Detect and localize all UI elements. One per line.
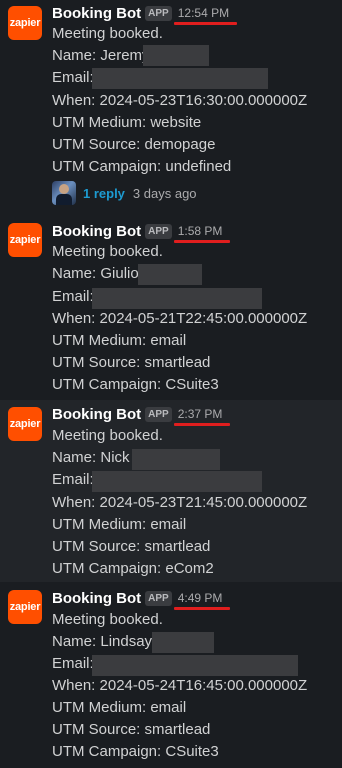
- app-badge: APP: [145, 406, 172, 422]
- utm-medium-line: UTM Medium: email: [52, 699, 187, 716]
- email-line: Email:: [52, 287, 94, 307]
- redacted-name: [138, 264, 202, 285]
- app-badge: APP: [145, 590, 172, 606]
- sender-name[interactable]: Booking Bot: [52, 590, 141, 607]
- utm-source-line: UTM Source: smartlead: [52, 721, 211, 738]
- message-body: Meeting booked.: [52, 25, 163, 42]
- name-value: Giulio: [100, 265, 139, 282]
- email-label: Email:: [52, 655, 94, 672]
- redacted-email: [92, 68, 268, 89]
- utm-source-line: UTM Source: smartlead: [52, 538, 211, 555]
- name-line: Name: Giulio: [52, 264, 139, 284]
- email-line: Email:: [52, 470, 94, 490]
- name-label: Name:: [52, 449, 97, 466]
- utm-medium-line: UTM Medium: website: [52, 114, 202, 131]
- redacted-email: [92, 655, 298, 676]
- when-line: When: 2024-05-21T22:45:00.000000Z: [52, 310, 308, 327]
- zapier-avatar[interactable]: zapier: [8, 223, 42, 257]
- sender-name[interactable]: Booking Bot: [52, 223, 141, 240]
- thread-replies[interactable]: 1 reply 3 days ago: [52, 181, 197, 205]
- zapier-avatar[interactable]: zapier: [8, 407, 42, 441]
- sender-name[interactable]: Booking Bot: [52, 5, 141, 22]
- utm-medium-line: UTM Medium: email: [52, 516, 187, 533]
- email-label: Email:: [52, 288, 94, 305]
- redacted-email: [92, 471, 262, 492]
- message[interactable]: zapier Booking Bot APP 12:54 PM Meeting …: [0, 0, 342, 210]
- message[interactable]: zapier Booking Bot APP 2:37 PM Meeting b…: [0, 400, 342, 582]
- email-label: Email:: [52, 471, 94, 488]
- name-value: Nick: [100, 449, 130, 466]
- sender-name[interactable]: Booking Bot: [52, 406, 141, 423]
- name-value: Lindsay: [100, 633, 153, 650]
- reply-count-link[interactable]: 1 reply: [83, 186, 125, 201]
- utm-campaign-line: UTM Campaign: CSuite3: [52, 376, 219, 393]
- when-line: When: 2024-05-23T21:45:00.000000Z: [52, 494, 308, 511]
- utm-campaign-line: UTM Campaign: undefined: [52, 158, 232, 175]
- redacted-name: [152, 632, 214, 653]
- redacted-email: [92, 288, 262, 309]
- message-timestamp[interactable]: 12:54 PM: [173, 6, 238, 25]
- when-line: When: 2024-05-24T16:45:00.000000Z: [52, 677, 308, 694]
- utm-source-line: UTM Source: demopage: [52, 136, 216, 153]
- utm-medium-line: UTM Medium: email: [52, 332, 187, 349]
- email-line: Email:: [52, 68, 94, 88]
- app-badge: APP: [145, 223, 172, 239]
- message-timestamp[interactable]: 2:37 PM: [173, 407, 231, 426]
- zapier-avatar[interactable]: zapier: [8, 6, 42, 40]
- app-badge: APP: [145, 5, 172, 21]
- message-body: Meeting booked.: [52, 611, 163, 628]
- message-timestamp[interactable]: 4:49 PM: [173, 591, 231, 610]
- name-label: Name:: [52, 633, 97, 650]
- message-body: Meeting booked.: [52, 427, 163, 444]
- name-line: Name: Nick: [52, 448, 130, 468]
- zapier-avatar[interactable]: zapier: [8, 590, 42, 624]
- email-label: Email:: [52, 69, 94, 86]
- message-timestamp[interactable]: 1:58 PM: [173, 224, 231, 243]
- email-line: Email:: [52, 654, 94, 674]
- when-line: When: 2024-05-23T16:30:00.000000Z: [52, 92, 308, 109]
- utm-campaign-line: UTM Campaign: eCom2: [52, 560, 214, 577]
- message[interactable]: zapier Booking Bot APP 1:58 PM Meeting b…: [0, 210, 342, 400]
- last-reply-time: 3 days ago: [132, 185, 197, 201]
- name-line: Name: Jeremy: [52, 46, 150, 66]
- name-line: Name: Lindsay: [52, 632, 152, 652]
- name-label: Name:: [52, 47, 97, 64]
- redacted-name: [143, 45, 209, 66]
- utm-campaign-line: UTM Campaign: CSuite3: [52, 743, 219, 760]
- name-label: Name:: [52, 265, 97, 282]
- replier-avatar: [52, 181, 76, 205]
- utm-source-line: UTM Source: smartlead: [52, 354, 211, 371]
- redacted-name: [132, 449, 220, 470]
- message[interactable]: zapier Booking Bot APP 4:49 PM Meeting b…: [0, 582, 342, 768]
- message-body: Meeting booked.: [52, 243, 163, 260]
